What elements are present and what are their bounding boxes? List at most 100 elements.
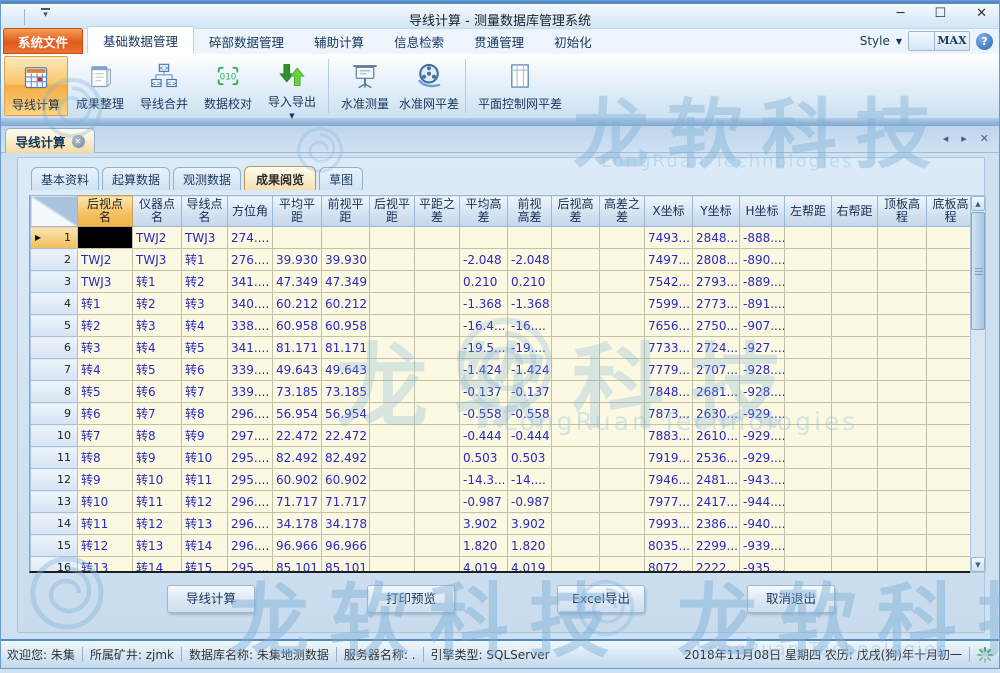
grid-cell[interactable]: -944....	[740, 491, 785, 513]
row-selector[interactable]: 2	[31, 249, 78, 271]
grid-cell[interactable]: 2793...	[693, 271, 740, 293]
scroll-down-icon[interactable]: ▼	[971, 557, 985, 572]
grid-cell[interactable]	[415, 469, 460, 491]
grid-cell[interactable]: 7493...	[645, 227, 693, 249]
grid-cell[interactable]	[370, 293, 415, 315]
grid-cell[interactable]: 82.492	[273, 447, 322, 469]
grid-cell[interactable]: -14.3...	[460, 469, 508, 491]
grid-cell[interactable]: -929....	[740, 425, 785, 447]
grid-cell[interactable]	[600, 447, 645, 469]
grid-cell[interactable]	[878, 227, 927, 249]
grid-cell[interactable]: 296....	[228, 403, 273, 425]
grid-cell[interactable]: 47.349	[273, 271, 322, 293]
grid-cell[interactable]: 49.643	[273, 359, 322, 381]
grid-cell[interactable]: -1.368	[508, 293, 552, 315]
sub-tab-3[interactable]: 观测数据	[173, 167, 241, 190]
grid-cell[interactable]: -927....	[740, 337, 785, 359]
grid-cell[interactable]	[415, 249, 460, 271]
grid-cell[interactable]: 转7	[78, 425, 133, 447]
grid-cell[interactable]: 转4	[78, 359, 133, 381]
footer-button-3[interactable]: Excel导出	[557, 585, 645, 613]
ribbon-item-3[interactable]: <><><>导线合并	[132, 56, 196, 116]
grid-cell[interactable]: 39.930	[322, 249, 370, 271]
grid-cell[interactable]: 339....	[228, 381, 273, 403]
grid-cell[interactable]	[415, 557, 460, 574]
grid-cell[interactable]: 8035...	[645, 535, 693, 557]
grid-cell[interactable]	[600, 315, 645, 337]
grid-cell[interactable]: 7977...	[645, 491, 693, 513]
grid-cell[interactable]: 47.349	[322, 271, 370, 293]
grid-cell[interactable]	[600, 557, 645, 574]
grid-cell[interactable]	[832, 513, 878, 535]
grid-cell[interactable]	[927, 469, 971, 491]
grid-cell[interactable]: 274....	[228, 227, 273, 249]
row-selector[interactable]: 16	[31, 557, 78, 574]
sub-tab-1[interactable]: 基本资料	[31, 167, 99, 190]
grid-cell[interactable]: TWJ3	[133, 249, 182, 271]
grid-cell[interactable]	[600, 293, 645, 315]
grid-cell[interactable]: 96.966	[273, 535, 322, 557]
grid-cell[interactable]: 296....	[228, 535, 273, 557]
grid-cell[interactable]: -0.558	[460, 403, 508, 425]
grid-cell[interactable]	[927, 491, 971, 513]
grid-cell[interactable]: 296....	[228, 491, 273, 513]
grid-cell[interactable]	[927, 403, 971, 425]
grid-cell[interactable]	[878, 535, 927, 557]
grid-cell[interactable]: -19....	[508, 337, 552, 359]
grid-cell[interactable]: 转15	[182, 557, 228, 574]
grid-cell[interactable]	[927, 425, 971, 447]
grid-cell[interactable]: 4.019	[460, 557, 508, 574]
grid-cell[interactable]	[785, 227, 832, 249]
grid-cell[interactable]: 7919...	[645, 447, 693, 469]
grid-cell[interactable]: 转14	[182, 535, 228, 557]
grid-cell[interactable]: 转2	[182, 271, 228, 293]
grid-cell[interactable]: 转1	[78, 293, 133, 315]
grid-cell[interactable]	[370, 557, 415, 574]
grid-cell[interactable]	[415, 381, 460, 403]
grid-cell[interactable]	[600, 227, 645, 249]
grid-cell[interactable]	[878, 293, 927, 315]
grid-cell[interactable]: 7599...	[645, 293, 693, 315]
grid-cell[interactable]: 转10	[133, 469, 182, 491]
grid-cell[interactable]: 2750...	[693, 315, 740, 337]
grid-cell[interactable]: 4.019	[508, 557, 552, 574]
grid-cell[interactable]: -2.048	[508, 249, 552, 271]
max-skin-button[interactable]: MAX	[935, 32, 969, 50]
grid-cell[interactable]	[552, 513, 600, 535]
grid-cell[interactable]: 60.902	[322, 469, 370, 491]
ribbon-tab-6[interactable]: 贯通管理	[459, 28, 539, 54]
column-header[interactable]: 后视高差	[552, 196, 600, 227]
column-header[interactable]: 左帮距	[785, 196, 832, 227]
grid-cell[interactable]: 82.492	[322, 447, 370, 469]
grid-cell[interactable]	[927, 337, 971, 359]
grid-cell[interactable]: 2610...	[693, 425, 740, 447]
footer-button-4[interactable]: 取消退出	[747, 585, 835, 613]
column-header[interactable]: 前视平距	[322, 196, 370, 227]
grid-cell[interactable]: -14....	[508, 469, 552, 491]
grid-cell[interactable]	[415, 425, 460, 447]
grid-cell[interactable]: 转13	[78, 557, 133, 574]
grid-cell[interactable]	[415, 337, 460, 359]
grid-cell[interactable]	[415, 447, 460, 469]
grid-cell[interactable]: 81.171	[322, 337, 370, 359]
grid-cell[interactable]	[878, 425, 927, 447]
column-header[interactable]: 右帮距	[832, 196, 878, 227]
grid-cell[interactable]: -890....	[740, 249, 785, 271]
grid-cell[interactable]	[370, 271, 415, 293]
grid-cell[interactable]: TWJ3	[78, 271, 133, 293]
grid-cell[interactable]	[415, 513, 460, 535]
grid-cell[interactable]	[415, 491, 460, 513]
grid-cell[interactable]: 295....	[228, 469, 273, 491]
grid-cell[interactable]: 2773...	[693, 293, 740, 315]
grid-cell[interactable]: 7542...	[645, 271, 693, 293]
column-header[interactable]: 后视平距	[370, 196, 415, 227]
grid-cell[interactable]	[273, 227, 322, 249]
grid-cell[interactable]: -1.368	[460, 293, 508, 315]
grid-cell[interactable]	[785, 557, 832, 574]
grid-cell[interactable]: 转2	[133, 293, 182, 315]
grid-cell[interactable]	[785, 337, 832, 359]
column-header[interactable]: H坐标	[740, 196, 785, 227]
help-icon[interactable]: ?	[976, 33, 993, 50]
grid-cell[interactable]	[600, 359, 645, 381]
grid-cell[interactable]: 7779...	[645, 359, 693, 381]
